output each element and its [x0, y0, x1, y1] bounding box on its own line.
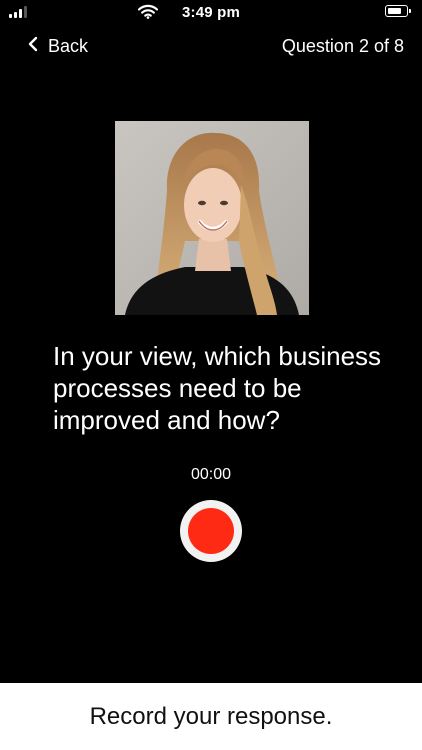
recording-timer: 00:00: [190, 466, 232, 483]
status-time: 3:49 pm: [181, 4, 241, 21]
top-nav: Back Question 2 of 8: [0, 36, 422, 66]
question-counter: Question 2 of 8: [281, 36, 404, 56]
record-icon: [188, 508, 234, 554]
footer-instruction: Record your response.: [89, 703, 333, 730]
battery-icon: [385, 5, 411, 17]
chevron-left-icon: [28, 36, 38, 57]
record-button[interactable]: [180, 500, 242, 562]
back-label: Back: [48, 36, 89, 56]
back-button[interactable]: Back: [28, 36, 88, 57]
footer-banner: Record your response.: [0, 683, 422, 750]
status-bar: 3:49 pm: [0, 0, 422, 26]
question-text: In your view, which business processes n…: [53, 341, 382, 435]
interviewer-photo: [115, 121, 309, 315]
